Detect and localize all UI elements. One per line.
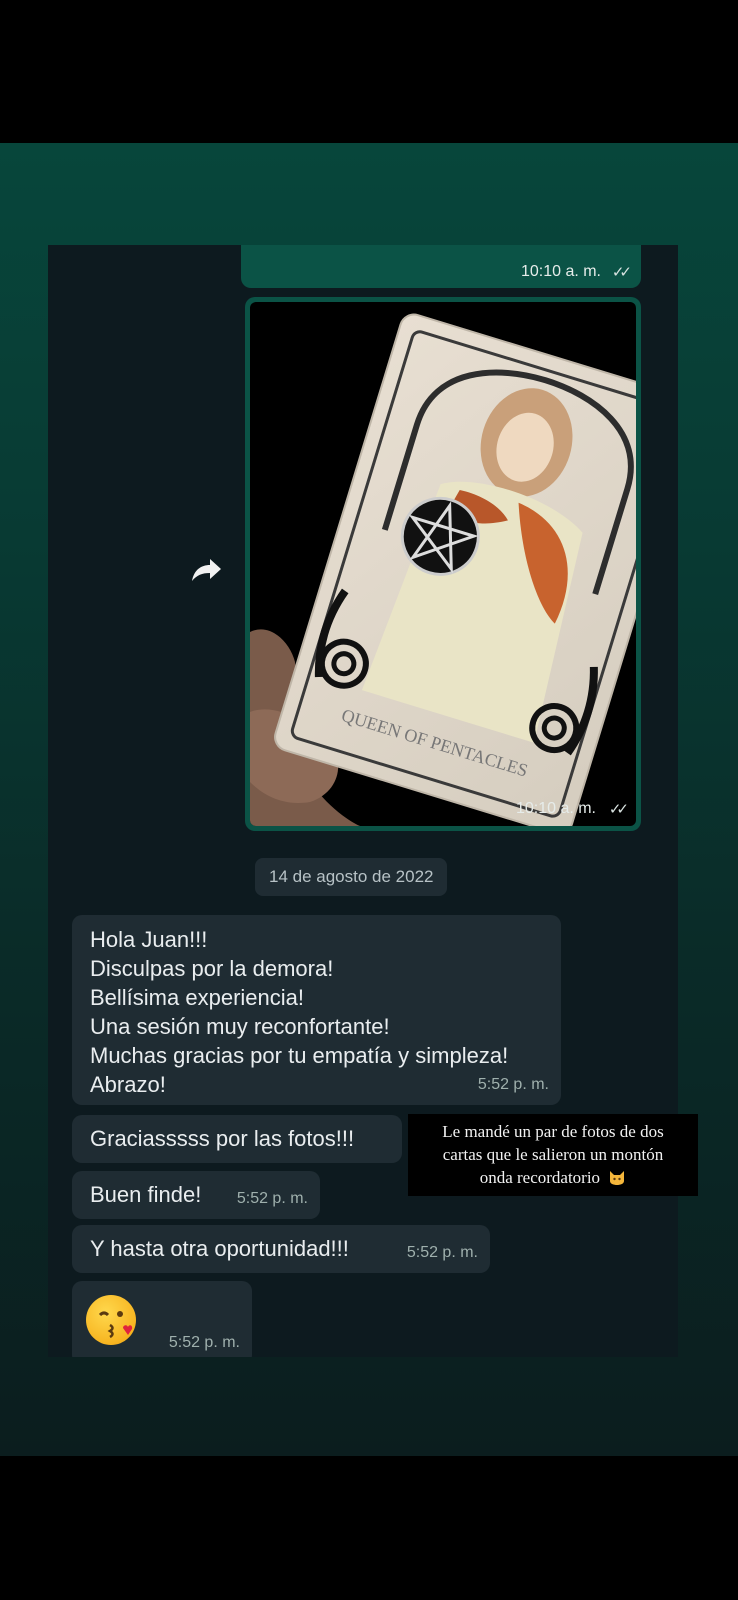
date-separator: 14 de agosto de 2022 xyxy=(255,858,448,896)
image-message-bubble[interactable]: QUEEN OF PENTACLES 10:10 a. m. ✓✓ xyxy=(245,297,641,831)
tarot-card-photo[interactable]: QUEEN OF PENTACLES 10:10 a. m. ✓✓ xyxy=(250,302,636,826)
message-time: 5:52 p. m. xyxy=(168,1334,240,1351)
kissing-face-emoji-icon xyxy=(86,1295,136,1345)
story-caption: Le mandé un par de fotos de dos cartas q… xyxy=(408,1114,698,1196)
message-time: 10:10 a. m. xyxy=(515,800,596,817)
incoming-message-bubble[interactable]: Graciasssss por las fotos!!! xyxy=(72,1115,402,1163)
message-time: 5:52 p. m. xyxy=(406,1244,478,1261)
message-time: 5:52 p. m. xyxy=(477,1076,549,1093)
read-ticks-icon: ✓✓ xyxy=(611,264,632,281)
forward-icon[interactable] xyxy=(189,556,223,584)
message-text: Graciasssss por las fotos!!! xyxy=(90,1126,355,1151)
outgoing-message-bubble[interactable]: 10:10 a. m. ✓✓ xyxy=(241,245,641,288)
incoming-message-bubble[interactable]: 5:52 p. m. xyxy=(72,1281,252,1357)
message-time: 10:10 a. m. xyxy=(520,263,601,280)
message-text: Hola Juan!!! Disculpas por la demora! Be… xyxy=(90,927,509,1097)
message-text: Buen finde! xyxy=(90,1182,202,1207)
cat-face-icon xyxy=(610,1171,625,1185)
message-text: Y hasta otra oportunidad!!! xyxy=(90,1236,349,1261)
message-time: 5:52 p. m. xyxy=(236,1190,308,1207)
top-black-bar xyxy=(0,0,738,143)
incoming-message-bubble[interactable]: Hola Juan!!! Disculpas por la demora! Be… xyxy=(72,915,561,1105)
tarot-card-illustration: QUEEN OF PENTACLES xyxy=(250,313,636,826)
read-ticks-icon: ✓✓ xyxy=(608,801,629,818)
bottom-black-bar xyxy=(0,1456,738,1600)
incoming-message-bubble[interactable]: Y hasta otra oportunidad!!! 5:52 p. m. xyxy=(72,1225,490,1273)
incoming-message-bubble[interactable]: Buen finde! 5:52 p. m. xyxy=(72,1171,320,1219)
